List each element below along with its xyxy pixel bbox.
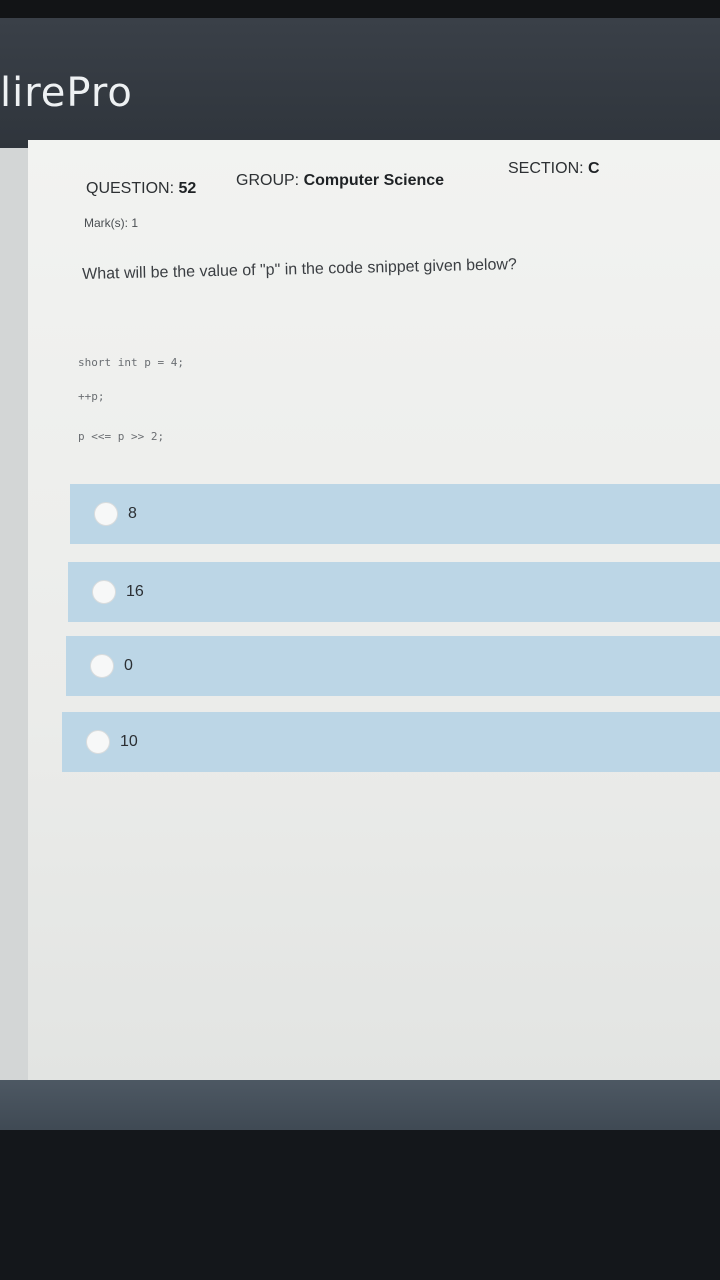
answer-option-label: 8 bbox=[128, 505, 137, 522]
question-group-label: GROUP: bbox=[236, 172, 300, 189]
question-meta-row: QUESTION: 52 GROUP: Computer Science SEC… bbox=[84, 160, 684, 200]
question-marks: Mark(s): 1 bbox=[84, 216, 138, 230]
code-line: p <<= p >> 2; bbox=[78, 430, 165, 443]
app-logo: lirePro bbox=[0, 70, 133, 116]
screen-bezel-top bbox=[0, 0, 720, 20]
answer-option-label: 0 bbox=[124, 657, 133, 674]
answer-option[interactable]: 16 bbox=[68, 562, 720, 622]
question-section-value: C bbox=[588, 160, 600, 177]
answer-option[interactable]: 10 bbox=[62, 712, 720, 772]
radio-button[interactable] bbox=[86, 730, 110, 754]
answer-option[interactable]: 0 bbox=[66, 636, 720, 696]
radio-button[interactable] bbox=[90, 654, 114, 678]
question-section: SECTION: C bbox=[508, 160, 600, 178]
question-group: GROUP: Computer Science bbox=[236, 172, 444, 190]
radio-button[interactable] bbox=[92, 580, 116, 604]
code-line: short int p = 4; bbox=[78, 356, 184, 369]
code-line: ++p; bbox=[78, 390, 105, 403]
answer-option[interactable]: 8 bbox=[70, 484, 720, 544]
question-number-label: QUESTION: bbox=[86, 180, 175, 197]
radio-button[interactable] bbox=[94, 502, 118, 526]
question-group-value: Computer Science bbox=[303, 172, 445, 189]
page-background-strip bbox=[0, 148, 28, 1088]
answer-option-label: 10 bbox=[120, 733, 138, 750]
screen-bezel-bottom bbox=[0, 1130, 720, 1280]
question-section-label: SECTION: bbox=[508, 160, 584, 177]
question-number-value: 52 bbox=[178, 180, 197, 197]
question-number: QUESTION: 52 bbox=[86, 180, 196, 198]
answer-option-label: 16 bbox=[126, 583, 144, 600]
app-header: lirePro bbox=[0, 18, 720, 148]
